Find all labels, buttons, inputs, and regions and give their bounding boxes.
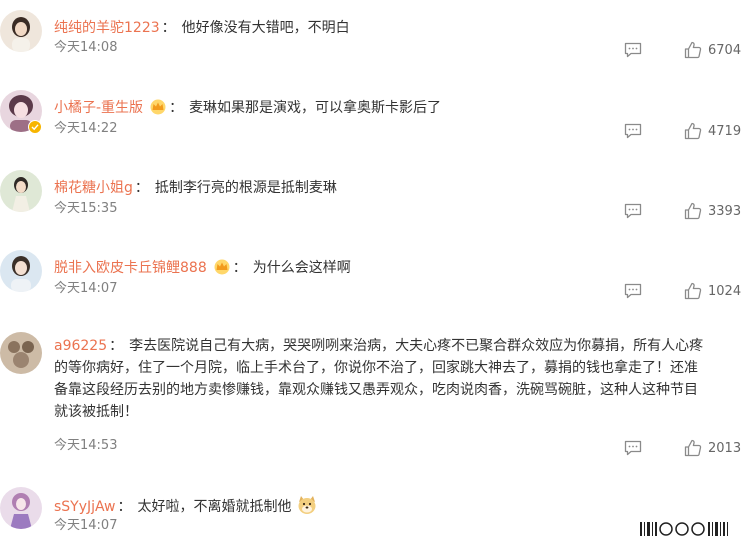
like-count: 6704 <box>708 42 742 58</box>
colon: ： <box>232 260 247 276</box>
comment-text-line: 小橘子-重生版 ： 麦琳如果那是演戏，可以拿奥斯卡影后了 <box>54 97 744 119</box>
like-button[interactable]: 4719 <box>684 122 741 140</box>
comment-text-line-4: 就该被抵制！ <box>54 404 138 420</box>
colon: ： <box>169 100 184 116</box>
comment-text-line: 备靠这段经历去别的地方卖惨赚钱，靠观众赚钱又愚弄观众，吃肉说肉香，洗碗骂碗脏，这… <box>54 379 744 401</box>
comment-text: 太好啦，不离婚就抵制他 <box>137 499 292 515</box>
comment-text-line-2: 的等你病好，住了一个月院，临上手术台了，你说你不治了，回家跳大神去了，募捐的钱也… <box>54 360 698 376</box>
comment-text: 他好像没有大错吧，不明白 <box>181 20 350 36</box>
doge-emoji-icon <box>298 496 315 514</box>
comment-time: 今天15:35 <box>54 201 118 216</box>
comment-text: 为什么会这样啊 <box>252 260 351 276</box>
comment-icon[interactable] <box>624 123 642 139</box>
like-count: 1024 <box>708 283 742 299</box>
username-link[interactable]: a96225 <box>54 338 107 354</box>
comment-text-line: 的等你病好，住了一个月院，临上手术台了，你说你不治了，回家跳大神去了，募捐的钱也… <box>54 357 744 379</box>
comment-time: 今天14:08 <box>54 40 118 55</box>
comment-icon[interactable] <box>624 283 642 299</box>
thumbs-up-icon <box>684 202 702 220</box>
avatar[interactable] <box>0 10 42 52</box>
comment-time: 今天14:07 <box>54 281 118 296</box>
crown-icon <box>150 99 166 115</box>
comment-text-line-1: 李去医院说自己有大病，哭哭咧咧来治病，大夫心疼不已聚合群众效应为你募捐，所有人心… <box>129 338 704 354</box>
comment-time: 今天14:53 <box>54 438 118 453</box>
comment-text-line: sSYyJjAw： 太好啦，不离婚就抵制他 <box>54 494 744 518</box>
verified-badge <box>28 120 42 134</box>
username-link[interactable]: 脱非入欧皮卡丘锦鲤888 <box>54 260 207 276</box>
avatar[interactable] <box>0 250 42 292</box>
username-link[interactable]: 小橘子-重生版 <box>54 100 143 116</box>
comment-icon[interactable] <box>624 440 642 456</box>
thumbs-up-icon <box>684 439 702 457</box>
avatar[interactable] <box>0 487 42 529</box>
comment-time: 今天14:07 <box>54 518 118 533</box>
colon: ： <box>161 20 176 36</box>
crown-icon <box>214 259 230 275</box>
like-button[interactable]: 6704 <box>684 41 741 59</box>
like-count: 4719 <box>708 123 742 139</box>
comment-text-line: a96225： 李去医院说自己有大病，哭哭咧咧来治病，大夫心疼不已聚合群众效应为你… <box>54 335 746 357</box>
avatar[interactable] <box>0 170 42 212</box>
colon: ： <box>109 338 124 354</box>
watermark-barcode <box>640 522 728 536</box>
colon: ： <box>134 180 149 196</box>
comment-text-line-3: 备靠这段经历去别的地方卖惨赚钱，靠观众赚钱又愚弄观众，吃肉说肉香，洗碗骂碗脏，这… <box>54 382 698 398</box>
like-count: 2013 <box>708 440 742 456</box>
comment-text: 抵制李行亮的根源是抵制麦琳 <box>154 180 337 196</box>
thumbs-up-icon <box>684 282 702 300</box>
like-button[interactable]: 3393 <box>684 202 741 220</box>
comment-text-line: 纯纯的羊驼1223： 他好像没有大错吧，不明白 <box>54 17 744 39</box>
like-button[interactable]: 1024 <box>684 282 741 300</box>
comment-text-line: 就该被抵制！ <box>54 401 744 423</box>
like-count: 3393 <box>708 203 742 219</box>
thumbs-up-icon <box>684 122 702 140</box>
avatar[interactable] <box>0 332 42 374</box>
comment-icon[interactable] <box>624 42 642 58</box>
colon: ： <box>117 499 132 515</box>
comment-text-line: 棉花糖小姐g： 抵制李行亮的根源是抵制麦琳 <box>54 177 744 199</box>
comment-icon[interactable] <box>624 203 642 219</box>
username-link[interactable]: sSYyJjAw <box>54 499 116 515</box>
comment-text: 麦琳如果那是演戏，可以拿奥斯卡影后了 <box>189 100 442 116</box>
username-link[interactable]: 纯纯的羊驼1223 <box>54 20 160 36</box>
username-link[interactable]: 棉花糖小姐g <box>54 180 133 196</box>
thumbs-up-icon <box>684 41 702 59</box>
like-button[interactable]: 2013 <box>684 439 741 457</box>
comment-time: 今天14:22 <box>54 121 118 136</box>
comment-text-line: 脱非入欧皮卡丘锦鲤888 ： 为什么会这样啊 <box>54 257 744 279</box>
